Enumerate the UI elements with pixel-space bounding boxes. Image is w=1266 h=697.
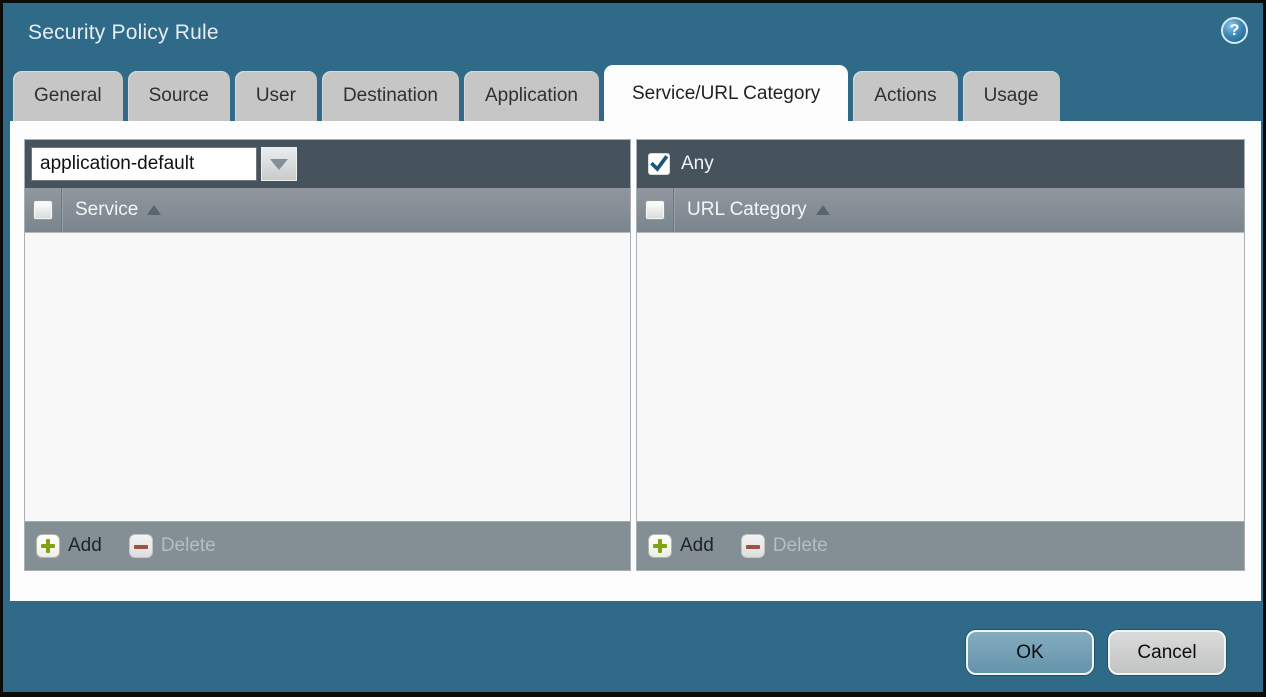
url-category-add-button[interactable]: Add [648, 534, 714, 558]
service-panel: Service Add Delete [24, 139, 631, 571]
url-category-panel: Any URL Category Add Delete [636, 139, 1245, 571]
tab-label: Destination [343, 85, 438, 107]
tab-service-url-category[interactable]: Service/URL Category [604, 65, 848, 122]
url-category-column-header[interactable]: URL Category [687, 199, 807, 221]
cancel-button[interactable]: Cancel [1108, 630, 1226, 675]
url-category-column-header-row: URL Category [637, 188, 1244, 233]
service-add-button[interactable]: Add [36, 534, 102, 558]
sort-ascending-icon [816, 205, 830, 215]
service-panel-header [25, 140, 630, 188]
service-column-header-row: Service [25, 188, 630, 233]
tab-bar: General Source User Destination Applicat… [13, 64, 1060, 121]
any-label: Any [681, 153, 714, 175]
sort-ascending-icon [147, 205, 161, 215]
tab-general[interactable]: General [13, 71, 123, 121]
help-glyph: ? [1230, 22, 1240, 40]
delete-label: Delete [161, 535, 216, 557]
minus-icon [741, 534, 765, 558]
tab-label: Service/URL Category [632, 83, 820, 105]
url-category-delete-button[interactable]: Delete [741, 534, 828, 558]
service-table-body [25, 233, 630, 521]
tab-label: User [256, 85, 296, 107]
tab-label: Actions [874, 85, 936, 107]
service-delete-button[interactable]: Delete [129, 534, 216, 558]
plus-icon [648, 534, 672, 558]
tab-label: Usage [984, 85, 1039, 107]
delete-label: Delete [773, 535, 828, 557]
security-policy-rule-dialog: Security Policy Rule ? General Source Us… [0, 0, 1266, 697]
tab-destination[interactable]: Destination [322, 71, 459, 121]
tab-actions[interactable]: Actions [853, 71, 957, 121]
tab-usage[interactable]: Usage [963, 71, 1060, 121]
ok-button[interactable]: OK [966, 630, 1094, 675]
url-category-select-all-cell [637, 188, 674, 232]
url-category-table-body [637, 233, 1244, 521]
service-dropdown [31, 147, 297, 181]
add-label: Add [68, 535, 102, 557]
minus-icon [129, 534, 153, 558]
url-category-toolbar: Add Delete [637, 521, 1244, 570]
plus-icon [36, 534, 60, 558]
dialog-title: Security Policy Rule [28, 21, 219, 45]
add-label: Add [680, 535, 714, 557]
url-category-select-all-checkbox[interactable] [645, 200, 665, 220]
any-checkbox[interactable] [648, 153, 670, 175]
check-icon [649, 153, 669, 175]
help-icon[interactable]: ? [1221, 17, 1248, 44]
tab-label: General [34, 85, 102, 107]
chevron-down-icon [270, 159, 288, 170]
service-toolbar: Add Delete [25, 521, 630, 570]
service-column-header[interactable]: Service [75, 199, 138, 221]
tab-label: Application [485, 85, 578, 107]
tab-user[interactable]: User [235, 71, 317, 121]
service-select-all-cell [25, 188, 62, 232]
service-select-all-checkbox[interactable] [33, 200, 53, 220]
tab-content: Service Add Delete [10, 121, 1261, 601]
url-category-panel-header: Any [637, 140, 1244, 188]
service-dropdown-input[interactable] [31, 147, 257, 181]
service-dropdown-button[interactable] [261, 147, 297, 181]
tab-label: Source [149, 85, 209, 107]
tab-source[interactable]: Source [128, 71, 230, 121]
tab-application[interactable]: Application [464, 71, 599, 121]
